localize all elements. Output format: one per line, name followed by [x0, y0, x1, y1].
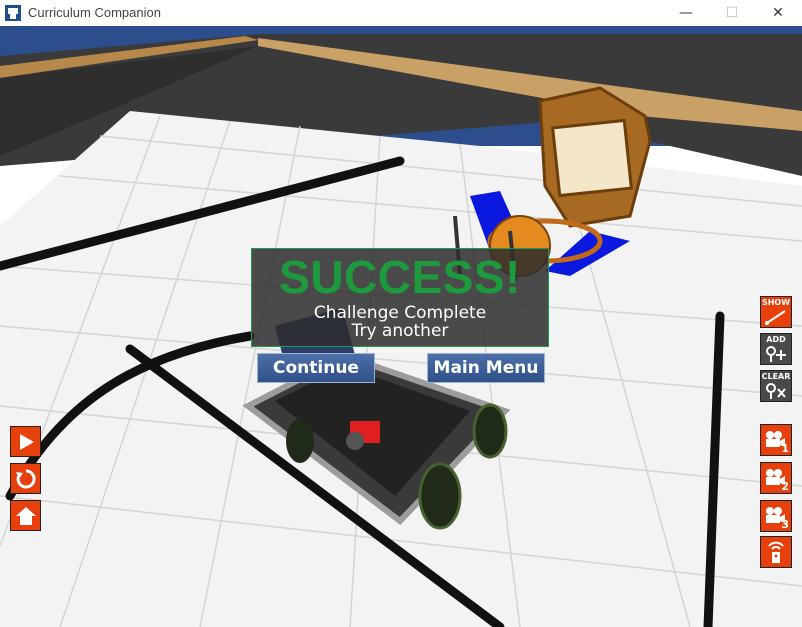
title-bar: Curriculum Companion — ☐ ✕: [0, 0, 802, 27]
add-waypoint-button[interactable]: ADD: [760, 333, 792, 365]
try-another-text: Try another: [351, 321, 449, 341]
show-path-button[interactable]: SHOW: [760, 296, 792, 328]
reset-icon: [15, 468, 36, 488]
camera-3-button[interactable]: 3: [760, 500, 792, 532]
continue-button[interactable]: Continue: [257, 353, 375, 383]
clear-pin-icon: [766, 383, 786, 399]
show-label: SHOW: [761, 298, 791, 307]
play-icon: [19, 433, 34, 450]
camera-3-label: 3: [781, 518, 789, 531]
simulation-viewport[interactable]: SUCCESS! Challenge Complete Try another …: [0, 26, 802, 627]
app-logo-icon: [5, 5, 21, 21]
camera-1-label: 1: [781, 442, 789, 455]
remote-control-button[interactable]: [760, 536, 792, 568]
camera-2-label: 2: [781, 480, 789, 493]
add-pin-icon: [766, 346, 786, 362]
success-dialog: SUCCESS! Challenge Complete Try another: [251, 248, 549, 347]
play-button[interactable]: [10, 426, 41, 457]
close-button[interactable]: ✕: [758, 0, 798, 26]
path-line-icon: [765, 310, 786, 325]
minimize-button[interactable]: —: [666, 0, 706, 26]
home-icon: [15, 506, 36, 525]
clear-label: CLEAR: [761, 372, 791, 381]
camera-1-button[interactable]: 1: [760, 424, 792, 456]
maximize-button[interactable]: ☐: [712, 0, 752, 26]
clear-waypoints-button[interactable]: CLEAR: [760, 370, 792, 402]
main-menu-button[interactable]: Main Menu: [427, 353, 545, 383]
success-heading: SUCCESS!: [279, 251, 521, 303]
remote-signal-icon: [768, 541, 784, 563]
reset-button[interactable]: [10, 463, 41, 494]
home-button[interactable]: [10, 500, 41, 531]
camera-2-button[interactable]: 2: [760, 462, 792, 494]
window-title: Curriculum Companion: [28, 5, 161, 20]
add-label: ADD: [766, 335, 786, 344]
